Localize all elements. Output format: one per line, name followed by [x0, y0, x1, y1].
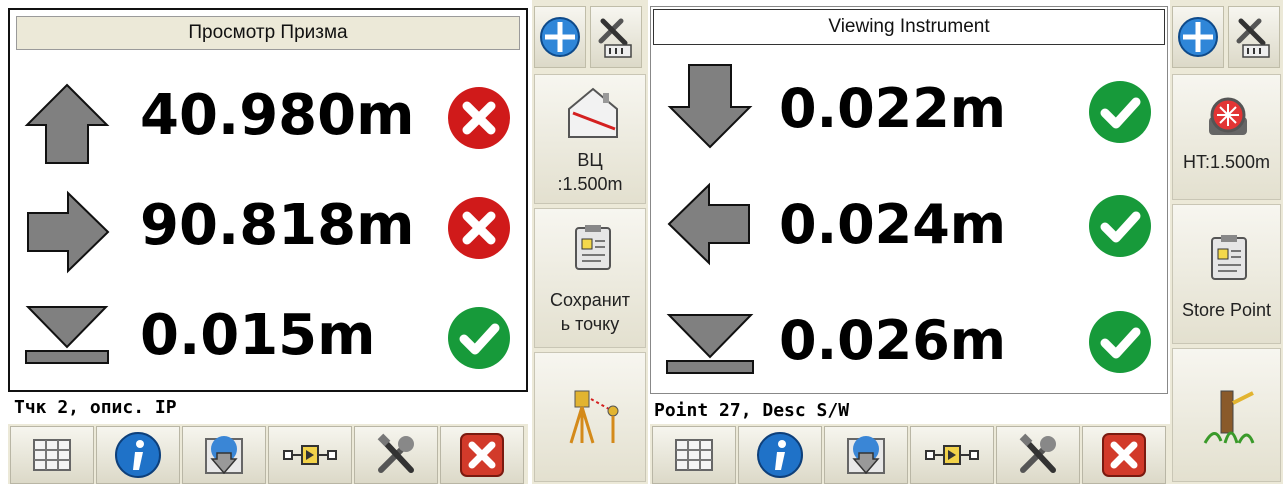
compass-icon — [1178, 17, 1218, 57]
instrument-tripod-icon — [569, 390, 619, 444]
height-label-2: :1.500m — [557, 174, 623, 194]
height-label-1: ВЦ — [577, 150, 603, 170]
left-row-cutfill: 0.015m — [10, 285, 526, 395]
clipboard-icon — [1211, 235, 1247, 280]
map-download-icon — [847, 436, 885, 475]
close-icon — [1102, 433, 1146, 477]
right-value-1: 0.022m — [779, 77, 1007, 140]
right-view-screen: Viewing Instrument 0.022m 0.024m 0.026m — [650, 6, 1168, 394]
close-icon — [460, 433, 504, 477]
right-value-3: 0.026m — [779, 309, 1007, 372]
stakeout-line-button[interactable] — [268, 426, 352, 484]
stakeout-line-icon — [925, 445, 979, 465]
instrument-button[interactable] — [534, 352, 646, 482]
height-label: HT:1.500m — [1182, 152, 1271, 172]
ok-icon — [1089, 195, 1151, 257]
store-point-button[interactable]: Сохранит ь точку — [534, 208, 646, 348]
instrument-button[interactable] — [1172, 348, 1281, 482]
map-download-icon — [205, 436, 243, 475]
tools-button[interactable] — [354, 426, 438, 484]
house-height-icon — [568, 87, 618, 138]
left-value-1: 40.980m — [140, 83, 415, 148]
tools-icon — [377, 433, 414, 473]
grid-button[interactable] — [10, 426, 94, 484]
store-label-2: ь точку — [560, 314, 620, 334]
clipboard-icon — [575, 225, 611, 270]
right-value-2: 0.024m — [779, 193, 1007, 256]
right-side-column: HT:1.500m Store Point — [1170, 0, 1283, 484]
left-view-screen: Просмотр Призма 40.980m 90.818m 0.015m — [8, 8, 528, 392]
left-panel: Просмотр Призма 40.980m 90.818m 0.015m Т… — [0, 0, 648, 484]
tools-button[interactable] — [996, 426, 1080, 484]
stakeout-line-button[interactable] — [910, 426, 994, 484]
right-panel: Viewing Instrument 0.022m 0.024m 0.026m … — [648, 0, 1283, 484]
height-button[interactable]: ВЦ :1.500m — [534, 74, 646, 204]
tools-icon — [1019, 433, 1056, 473]
map-download-button[interactable] — [824, 426, 908, 484]
grid-icon — [675, 439, 713, 471]
settings-icon — [1236, 18, 1270, 58]
instrument-grass-icon — [1203, 390, 1255, 444]
close-button[interactable] — [1082, 426, 1166, 484]
arrow-left-icon — [667, 182, 750, 266]
left-toolbar — [8, 424, 528, 484]
compass-button[interactable] — [534, 6, 586, 68]
store-label-1: Сохранит — [549, 290, 631, 310]
left-row-horizontal: 90.818m — [10, 175, 526, 285]
height-button[interactable]: HT:1.500m — [1172, 74, 1281, 200]
arrow-right-icon — [27, 190, 110, 274]
stakeout-line-icon — [283, 445, 337, 465]
left-title: Просмотр Призма — [16, 16, 520, 50]
right-row-cutfill: 0.026m — [651, 283, 1167, 393]
settings-button[interactable] — [1228, 6, 1280, 68]
left-row-vertical: 40.980m — [10, 65, 526, 175]
store-label: Store Point — [1181, 300, 1272, 320]
right-point-desc: Point 27, Desc S/W — [654, 400, 850, 421]
left-value-2: 90.818m — [140, 193, 415, 258]
left-side-column: ВЦ :1.500m Сохранит ь точку — [532, 0, 648, 484]
cut-fill-icon — [25, 306, 109, 364]
close-button[interactable] — [440, 426, 524, 484]
arrow-down-icon — [667, 64, 753, 149]
info-button[interactable] — [96, 426, 180, 484]
left-value-3: 0.015m — [140, 303, 376, 368]
grid-button[interactable] — [652, 426, 736, 484]
ok-icon — [448, 307, 510, 369]
ok-icon — [1089, 311, 1151, 373]
compass-button[interactable] — [1172, 6, 1224, 68]
map-download-button[interactable] — [182, 426, 266, 484]
fail-icon — [448, 197, 510, 259]
compass-icon — [540, 17, 580, 57]
settings-icon — [598, 18, 632, 58]
prism-height-icon — [1209, 97, 1247, 135]
right-row-horizontal: 0.024m — [651, 171, 1167, 281]
cut-fill-icon — [666, 314, 754, 374]
grid-icon — [33, 439, 71, 471]
right-title: Viewing Instrument — [653, 9, 1165, 45]
ok-icon — [1089, 81, 1151, 143]
arrow-up-icon — [24, 83, 110, 164]
right-row-vertical: 0.022m — [651, 53, 1167, 163]
store-point-button[interactable]: Store Point — [1172, 204, 1281, 344]
info-icon — [757, 432, 803, 478]
settings-button[interactable] — [590, 6, 642, 68]
left-point-desc: Тчк 2, опис. IP — [14, 397, 177, 418]
right-toolbar — [650, 424, 1170, 484]
fail-icon — [448, 87, 510, 149]
info-icon — [115, 432, 161, 478]
info-button[interactable] — [738, 426, 822, 484]
